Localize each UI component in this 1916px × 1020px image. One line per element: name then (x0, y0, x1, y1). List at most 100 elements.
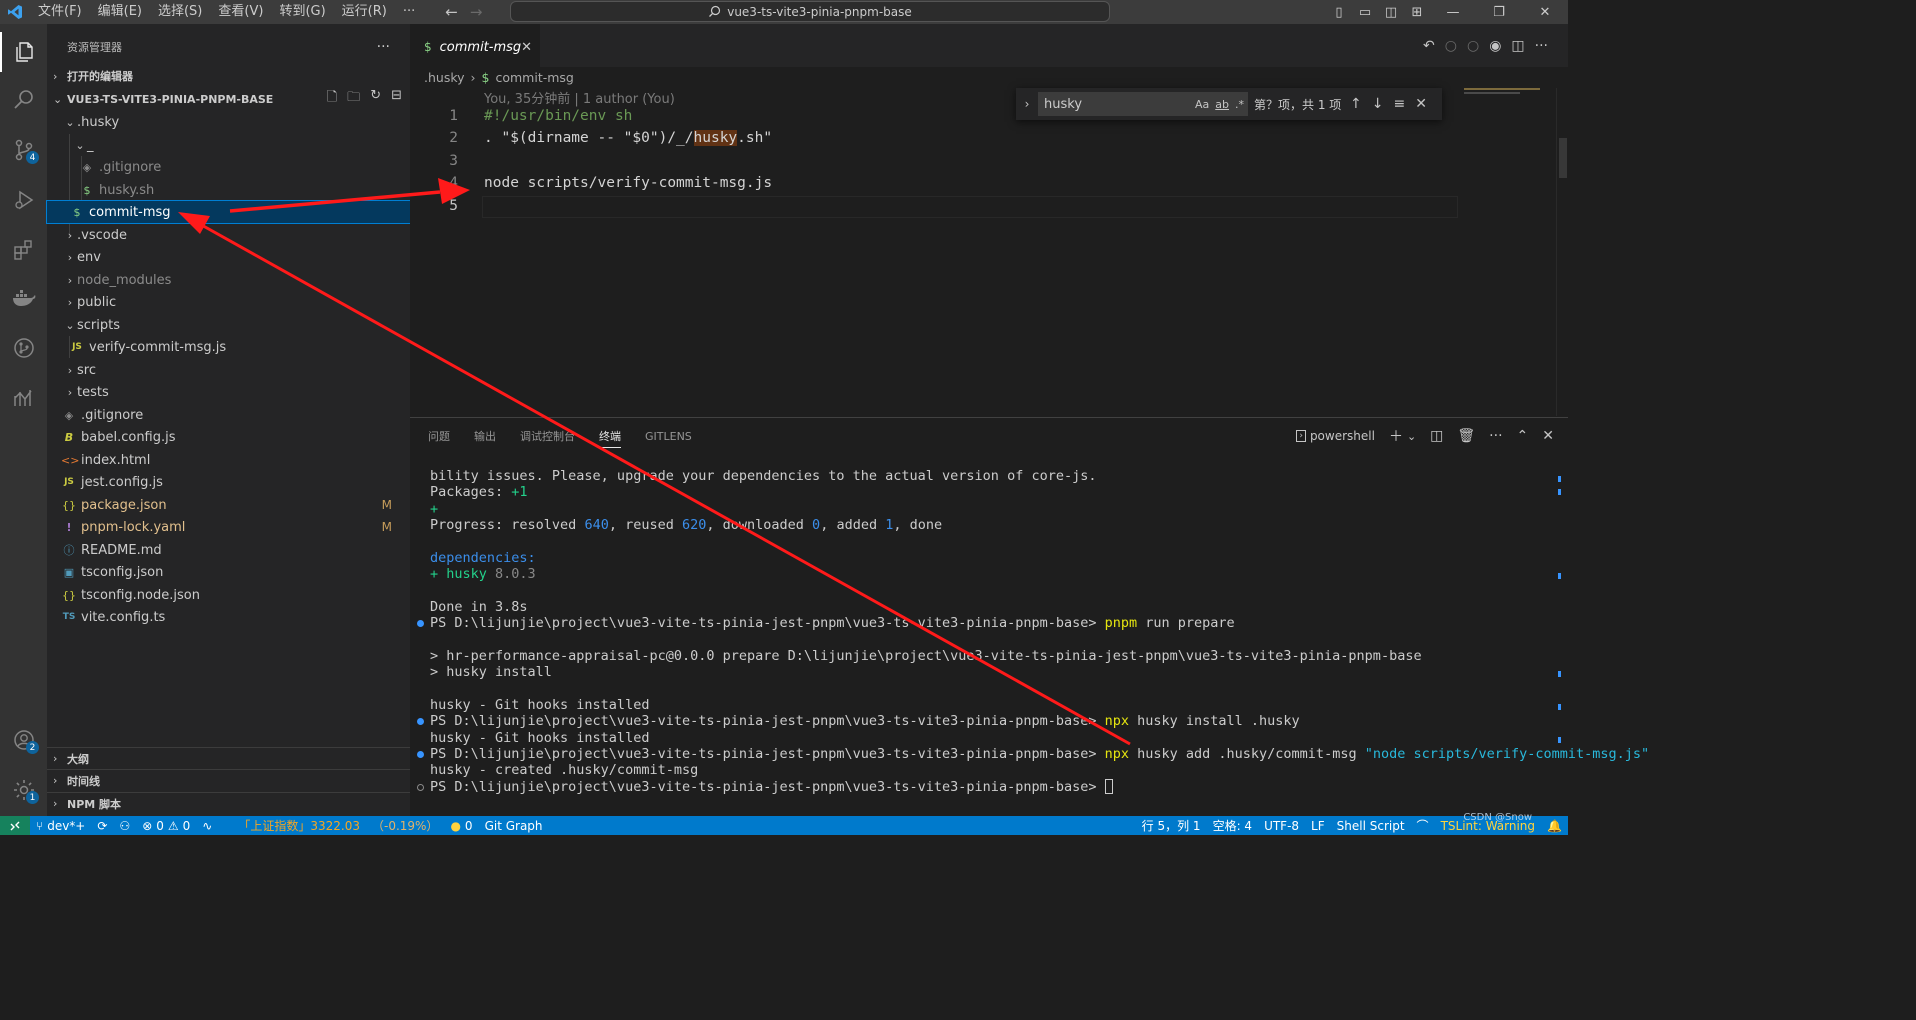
notifications-bell-icon[interactable]: 🔔 (1541, 819, 1568, 833)
new-file-icon[interactable]: 🗋 (327, 88, 337, 110)
editor-scrollbar[interactable] (1556, 88, 1568, 416)
tree-folder-husky[interactable]: ⌄ .husky (47, 111, 410, 133)
branch-indicator[interactable]: ⑂ dev*+ (30, 819, 91, 833)
more-actions-icon[interactable]: ··· (1489, 428, 1502, 444)
next-change-icon[interactable]: ○ (1467, 38, 1479, 54)
customize-layout-icon[interactable]: ⊞ (1404, 5, 1430, 20)
explorer-icon[interactable] (0, 32, 47, 72)
menu-file[interactable]: 文件(F) (30, 0, 90, 24)
tab-problems[interactable]: 问题 (428, 418, 462, 454)
match-case-icon[interactable]: Aa (1195, 98, 1209, 111)
gitlens-blame-annotation[interactable]: You, 35分钟前 | 1 author (You) (484, 88, 675, 107)
gitlens-blame-icon[interactable]: ◉ (1489, 38, 1501, 54)
npm-scripts-section[interactable]: › NPM 脚本 (47, 792, 410, 814)
end-of-line[interactable]: LF (1305, 819, 1331, 833)
problems-indicator[interactable]: ⊗ 0 ⚠ 0 (136, 819, 196, 833)
git-graph-button[interactable]: Git Graph (479, 819, 549, 833)
pulse-icon[interactable]: ∿ (196, 819, 218, 833)
tree-folder-node-modules[interactable]: › node_modules (47, 269, 410, 291)
maximize-panel-icon[interactable]: ⌃ (1517, 428, 1529, 444)
split-terminal-icon[interactable]: ◫ (1430, 428, 1443, 444)
back-arrow-icon[interactable]: ← (445, 3, 458, 21)
indentation[interactable]: 空格: 4 (1207, 817, 1259, 834)
terminal-output[interactable]: bility issues. Please, upgrade your depe… (417, 468, 1649, 808)
refresh-icon[interactable]: ↻ (370, 88, 381, 110)
forward-arrow-icon[interactable]: → (470, 3, 483, 21)
encoding[interactable]: UTF-8 (1258, 819, 1305, 833)
tree-file-package-json[interactable]: {} package.json M (47, 494, 410, 516)
previous-match-icon[interactable]: ↑ (1350, 96, 1362, 112)
sync-icon[interactable]: ⟳ (91, 819, 113, 833)
gitlens-icon[interactable] (0, 328, 47, 368)
tab-terminal[interactable]: 终端 (599, 418, 633, 454)
command-center-search[interactable]: vue3-ts-vite3-pinia-pnpm-base (510, 1, 1110, 22)
command-decoration-icon[interactable] (417, 784, 424, 791)
stock-indicator[interactable]: 「上证指数」3322.03 (232, 817, 366, 834)
tree-file-vite-config[interactable]: TS vite.config.ts (47, 606, 410, 628)
project-section[interactable]: ⌄ VUE3-TS-VITE3-PINIA-PNPM-BASE 🗋 🗀 ↻ ⊟ (47, 88, 410, 110)
previous-change-icon[interactable]: ○ (1445, 38, 1457, 54)
open-changes-icon[interactable]: ↶ (1423, 38, 1435, 54)
tree-file-readme[interactable]: ⓘ README.md (47, 539, 410, 561)
minimap[interactable] (1464, 88, 1540, 90)
new-folder-icon[interactable]: 🗀 (347, 88, 360, 110)
gitlens-inspect-icon[interactable] (0, 378, 47, 418)
tree-folder-vscode[interactable]: › .vscode (47, 224, 410, 246)
command-decoration-icon[interactable] (417, 718, 424, 725)
breadcrumb-file[interactable]: commit-msg (495, 70, 573, 85)
open-editors-section[interactable]: › 打开的编辑器 (47, 65, 410, 87)
use-regex-icon[interactable]: .* (1235, 98, 1244, 111)
tree-folder-tests[interactable]: › tests (47, 381, 410, 403)
language-mode[interactable]: Shell Script (1331, 819, 1411, 833)
match-whole-word-icon[interactable]: ab (1215, 98, 1229, 111)
toggle-sidebar-icon[interactable]: ▯ (1326, 5, 1352, 20)
source-control-icon[interactable]: 4 (0, 130, 47, 170)
collapse-all-icon[interactable]: ⊟ (391, 88, 402, 110)
menu-edit[interactable]: 编辑(E) (90, 0, 150, 24)
gitlens-graph-icon[interactable]: ⚇ (113, 819, 136, 833)
tree-file-tsconfig-node[interactable]: {} tsconfig.node.json (47, 584, 410, 606)
tree-file-tsconfig[interactable]: ▣ tsconfig.json (47, 561, 410, 583)
tree-file-jest-config[interactable]: JS jest.config.js (47, 471, 410, 493)
tree-file-index-html[interactable]: <> index.html (47, 449, 410, 471)
breadcrumb-folder[interactable]: .husky (424, 70, 465, 85)
prettier-icon[interactable]: ⌒ (1411, 817, 1435, 834)
tree-folder-src[interactable]: › src (47, 359, 410, 381)
close-tab-icon[interactable]: ✕ (521, 40, 532, 55)
tree-file-gitignore-inner[interactable]: ◈ .gitignore (47, 156, 410, 178)
menu-go[interactable]: 转到(G) (271, 0, 333, 24)
tab-output[interactable]: 输出 (474, 418, 508, 454)
close-find-icon[interactable]: ✕ (1415, 96, 1427, 112)
search-view-icon[interactable] (0, 80, 47, 120)
find-input[interactable]: husky Aa ab .* (1038, 92, 1248, 116)
toggle-replace-icon[interactable]: › (1016, 97, 1038, 111)
tree-folder-scripts[interactable]: ⌄ scripts (47, 314, 410, 336)
close-panel-icon[interactable]: ✕ (1542, 428, 1554, 444)
tree-file-husky-sh[interactable]: $ husky.sh (47, 179, 410, 201)
menu-selection[interactable]: 选择(S) (150, 0, 210, 24)
remote-indicator-icon[interactable] (0, 816, 30, 835)
toggle-panel-icon[interactable]: ▭ (1352, 5, 1378, 20)
more-actions-icon[interactable]: ··· (377, 39, 390, 55)
trash-icon[interactable]: 🗑 (1457, 428, 1475, 444)
find-in-selection-icon[interactable]: ≡ (1393, 96, 1405, 112)
command-decoration-icon[interactable] (417, 620, 424, 627)
tree-folder-public[interactable]: › public (47, 291, 410, 313)
tab-commit-msg[interactable]: $ commit-msg ✕ (410, 24, 540, 70)
accounts-icon[interactable]: 2 (0, 720, 47, 760)
split-editor-icon[interactable]: ◫ (1511, 38, 1524, 54)
menu-view[interactable]: 查看(V) (210, 0, 271, 24)
tree-file-gitignore[interactable]: ◈ .gitignore (47, 404, 410, 426)
tree-file-verify-commit-msg[interactable]: JS verify-commit-msg.js (47, 336, 410, 358)
toggle-secondary-sidebar-icon[interactable]: ◫ (1378, 5, 1404, 20)
tree-folder-underscore[interactable]: ⌄ _ (47, 134, 410, 156)
tab-debug-console[interactable]: 调试控制台 (520, 418, 587, 454)
close-window-button[interactable]: ✕ (1522, 5, 1568, 20)
outline-section[interactable]: › 大纲 (47, 747, 410, 769)
restore-button[interactable]: ❐ (1476, 5, 1522, 20)
menu-run[interactable]: 运行(R) (334, 0, 395, 24)
tree-file-babel-config[interactable]: B babel.config.js (47, 426, 410, 448)
docker-icon[interactable] (0, 278, 47, 318)
minimize-button[interactable]: — (1430, 5, 1476, 20)
run-debug-icon[interactable] (0, 180, 47, 220)
